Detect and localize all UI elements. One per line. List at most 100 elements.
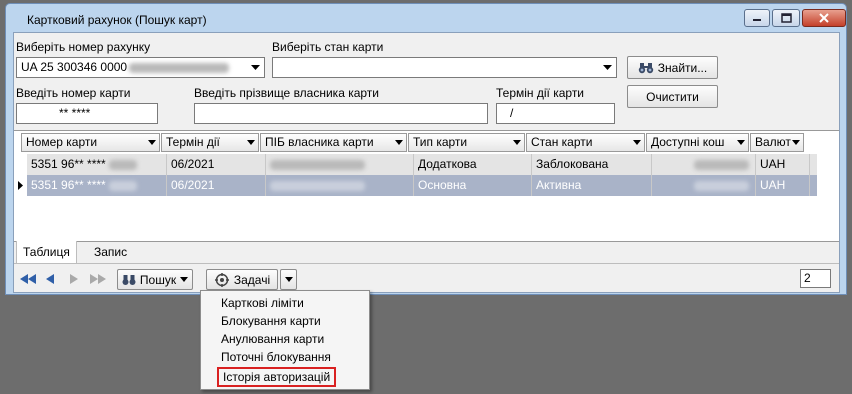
- tasks-button-label: Задачі: [233, 272, 271, 287]
- find-button[interactable]: Знайти...: [627, 56, 718, 79]
- cell-owner: [266, 175, 414, 196]
- cell-expiry: 06/2021: [167, 154, 266, 175]
- current-row-indicator-icon: [15, 175, 26, 196]
- chevron-down-icon[interactable]: [246, 58, 264, 77]
- column-header-label: Номер карти: [26, 135, 98, 149]
- minimize-icon: [753, 19, 761, 21]
- menu-item-authorization-history[interactable]: Історія авторизацій: [217, 367, 337, 387]
- tasks-dropdown-button[interactable]: [280, 269, 297, 290]
- column-header-currency[interactable]: Валют: [750, 133, 804, 152]
- tasks-button[interactable]: Задачі: [206, 269, 278, 290]
- filter-dropdown-icon[interactable]: [511, 136, 523, 149]
- record-count-value: 2: [804, 271, 811, 285]
- masked-text: [270, 159, 365, 170]
- chevron-down-icon: [180, 277, 189, 282]
- main-window: Картковий рахунок (Пошук карт) Виберіть …: [5, 3, 847, 295]
- card-number-input[interactable]: ** ****: [16, 103, 158, 124]
- title-bar[interactable]: Картковий рахунок (Пошук карт): [6, 4, 846, 32]
- tab-table[interactable]: Таблиця: [16, 241, 77, 264]
- masked-text: [270, 180, 365, 191]
- card-number-text: 5351 96** ****: [31, 157, 106, 171]
- previous-record-icon: [46, 274, 54, 284]
- filter-dropdown-icon[interactable]: [393, 136, 405, 149]
- last-record-button[interactable]: [88, 269, 108, 289]
- binoculars-icon: [122, 274, 136, 285]
- bottom-toolbar: Пошук Задачі: [14, 265, 839, 293]
- owner-input[interactable]: [194, 103, 488, 124]
- column-header-owner[interactable]: ПІБ власника карти: [260, 133, 407, 152]
- column-header-label: Доступні кош: [651, 135, 725, 149]
- cell-funds: [652, 175, 756, 196]
- column-header-expiry[interactable]: Термін дії: [161, 133, 259, 152]
- next-record-button[interactable]: [66, 269, 82, 289]
- previous-record-button[interactable]: [42, 269, 58, 289]
- card-number-value: ** ****: [59, 106, 91, 120]
- cell-expiry: 06/2021: [167, 175, 266, 196]
- filter-dropdown-icon[interactable]: [146, 136, 158, 149]
- minimize-button[interactable]: [744, 9, 770, 27]
- cell-card-number: 5351 96** ****: [27, 154, 167, 175]
- cell-type: Додаткова: [414, 154, 532, 175]
- binoculars-icon: [638, 63, 653, 74]
- filter-dropdown-icon[interactable]: [735, 136, 747, 149]
- search-button-label: Пошук: [139, 272, 177, 287]
- column-header-type[interactable]: Тип карти: [408, 133, 525, 152]
- close-icon: [819, 13, 829, 23]
- record-count-field: 2: [800, 269, 831, 288]
- tab-record[interactable]: Запис: [88, 241, 133, 263]
- chevron-down-icon[interactable]: [598, 58, 616, 77]
- masked-text: [109, 180, 138, 191]
- table-row[interactable]: 5351 96** **** 06/2021 Основна Активна U…: [27, 175, 817, 196]
- cell-currency: UAH: [756, 154, 810, 175]
- column-header-label: Термін дії: [166, 135, 220, 149]
- tab-table-label: Таблиця: [23, 245, 70, 259]
- account-select[interactable]: UA 25 300346 0000: [16, 57, 265, 78]
- owner-label: Введіть прізвище власника карти: [194, 86, 379, 100]
- filter-dropdown-icon[interactable]: [790, 136, 802, 149]
- cell-owner: [266, 154, 414, 175]
- menu-item-card-limits[interactable]: Карткові ліміти: [221, 294, 304, 312]
- card-state-select[interactable]: [272, 57, 617, 78]
- menu-item-block-card[interactable]: Блокування карти: [221, 312, 321, 330]
- masked-text: [694, 180, 749, 191]
- maximize-icon: [780, 13, 792, 23]
- column-header-state[interactable]: Стан карти: [526, 133, 645, 152]
- tasks-icon: [214, 272, 229, 287]
- cell-state: Активна: [532, 175, 652, 196]
- card-state-label: Виберіть стан карти: [272, 40, 384, 54]
- cell-funds: [652, 154, 756, 175]
- cell-state: Заблокована: [532, 154, 652, 175]
- expiry-input[interactable]: /: [496, 103, 615, 124]
- clear-button-label: Очистити: [646, 89, 699, 104]
- masked-text: [694, 159, 749, 170]
- expiry-label: Термін дії карти: [496, 86, 585, 100]
- first-record-button[interactable]: [18, 269, 38, 289]
- filter-dropdown-icon[interactable]: [631, 136, 643, 149]
- card-number-label: Введіть номер карти: [16, 86, 131, 100]
- column-header-label: ПІБ власника карти: [265, 135, 374, 149]
- clear-button[interactable]: Очистити: [627, 85, 718, 108]
- close-button[interactable]: [802, 9, 846, 27]
- menu-item-cancel-card[interactable]: Анулювання карти: [221, 330, 324, 348]
- first-record-icon: [20, 274, 36, 284]
- chevron-down-icon: [284, 277, 293, 282]
- search-button[interactable]: Пошук: [117, 269, 193, 290]
- cards-grid: Номер карти Термін дії ПІБ власника карт…: [14, 130, 839, 242]
- view-tabs: Таблиця Запис: [14, 241, 839, 264]
- account-label: Виберіть номер рахунку: [16, 40, 151, 54]
- cell-type: Основна: [414, 175, 532, 196]
- column-header-funds[interactable]: Доступні кош: [646, 133, 749, 152]
- column-header-card-number[interactable]: Номер карти: [21, 133, 160, 152]
- column-header-label: Стан карти: [531, 135, 593, 149]
- card-number-text: 5351 96** ****: [31, 178, 106, 192]
- menu-item-current-blocks[interactable]: Поточні блокування: [221, 348, 331, 366]
- window-client: Виберіть номер рахунку Виберіть стан кар…: [13, 32, 840, 293]
- table-row[interactable]: 5351 96** **** 06/2021 Додаткова Заблоко…: [27, 154, 817, 175]
- maximize-button[interactable]: [772, 9, 800, 27]
- filter-dropdown-icon[interactable]: [245, 136, 257, 149]
- account-value: UA 25 300346 0000: [21, 60, 128, 74]
- next-record-icon: [70, 274, 78, 284]
- cell-currency: UAH: [756, 175, 810, 196]
- column-header-label: Валют: [755, 135, 791, 149]
- find-button-label: Знайти...: [657, 60, 708, 75]
